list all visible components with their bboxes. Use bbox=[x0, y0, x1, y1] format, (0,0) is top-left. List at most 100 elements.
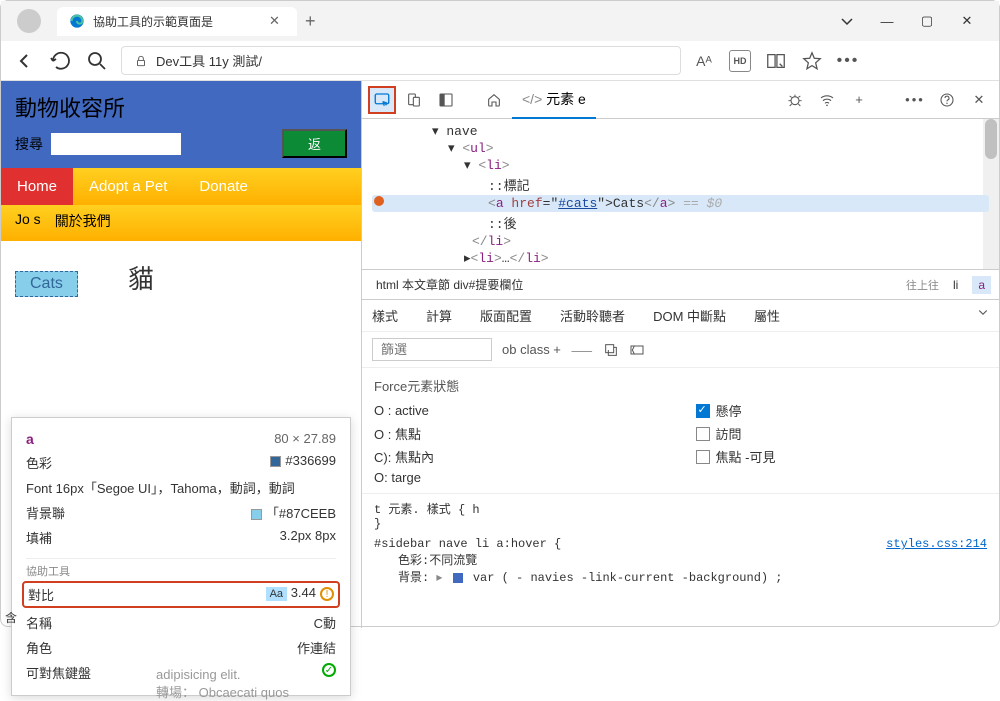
tab-breakpoints[interactable]: DOM 中斷點 bbox=[653, 306, 726, 325]
cls-toggle[interactable]: ob class + bbox=[502, 342, 561, 357]
breadcrumb-path[interactable]: html 本文章節 div#提要欄位 bbox=[370, 274, 529, 295]
nav-donate[interactable]: Donate bbox=[183, 168, 263, 205]
devtools-more-button[interactable]: ••• bbox=[901, 86, 929, 114]
device-toggle-button[interactable] bbox=[400, 86, 428, 114]
maximize-button[interactable]: ▢ bbox=[919, 13, 935, 29]
dom-tree[interactable]: ▾ nave ▾ <ul> ▾ <li> ::標記 <a href="#cats… bbox=[362, 119, 999, 269]
main-nav: Home Adopt a Pet Donate bbox=[1, 168, 361, 205]
styles-rules[interactable]: t 元素. 樣式 { h } styles.css:214 #sidebar n… bbox=[362, 493, 999, 628]
devtools: </> 元素 e + ••• ✕ ▾ nave ▾ <ul> ▾ <li> ::… bbox=[361, 81, 999, 628]
page-content: 動物收容所 搜尋 返 Home Adopt a Pet Donate Jo s … bbox=[1, 81, 361, 628]
chevron-down-icon[interactable] bbox=[839, 13, 855, 29]
overflow-text: adipisicing elit. 轉場： Obcaecati quos bbox=[156, 667, 289, 701]
devtools-close-button[interactable]: ✕ bbox=[965, 86, 993, 114]
devtools-toolbar: </> 元素 e + ••• ✕ bbox=[362, 81, 999, 119]
dom-line[interactable]: ▾ <li> bbox=[372, 157, 989, 174]
read-aloud-button[interactable]: Aᴬ bbox=[693, 50, 715, 72]
search-label: 搜尋 bbox=[15, 134, 43, 154]
tt-a11y-section: 協助工具 bbox=[26, 558, 336, 579]
tab-properties[interactable]: 屬性 bbox=[754, 306, 780, 325]
nav-adopt[interactable]: Adopt a Pet bbox=[73, 168, 183, 205]
lock-icon bbox=[134, 54, 148, 68]
tab-title: 協助工具的示範頁面是 bbox=[93, 13, 261, 30]
help-icon[interactable] bbox=[933, 86, 961, 114]
new-tab-button[interactable]: + bbox=[305, 11, 316, 32]
url-box[interactable]: Dev工具 11y 測試/ bbox=[121, 46, 681, 75]
nav2-about[interactable]: 關於我們 bbox=[55, 211, 111, 231]
force-focus-within[interactable]: C): 焦點內 bbox=[374, 447, 666, 466]
rule-selector[interactable]: t 元素. 樣式 { h bbox=[374, 500, 987, 517]
force-focus[interactable]: O : 焦點 bbox=[374, 424, 666, 443]
dom-line[interactable]: ▾ nave bbox=[372, 123, 989, 140]
refresh-button[interactable] bbox=[49, 49, 73, 73]
minimize-button[interactable]: — bbox=[879, 13, 895, 29]
tab-computed[interactable]: 計算 bbox=[426, 306, 452, 325]
tt-focusable-label: 可對焦鍵盤 bbox=[26, 663, 91, 682]
tab-styles[interactable]: 樣式 bbox=[372, 306, 398, 325]
dom-after[interactable]: ::後 bbox=[372, 212, 989, 233]
nav-home[interactable]: Home bbox=[1, 168, 73, 205]
go-button[interactable]: 返 bbox=[282, 129, 347, 158]
nav2-jos[interactable]: Jo s bbox=[15, 211, 41, 231]
elements-tab[interactable]: </> 元素 e bbox=[512, 81, 596, 119]
favorite-button[interactable] bbox=[801, 50, 823, 72]
tab-listeners[interactable]: 活動聆聽者 bbox=[560, 306, 625, 325]
css-prop-color[interactable]: 色彩:不同流覽 bbox=[374, 551, 987, 568]
dom-line[interactable]: ▸<li>…</li> bbox=[372, 250, 989, 267]
styles-filter-input[interactable] bbox=[372, 338, 492, 361]
search-icon[interactable] bbox=[85, 49, 109, 73]
reader-button[interactable] bbox=[765, 50, 787, 72]
wifi-icon[interactable] bbox=[813, 86, 841, 114]
search-input[interactable] bbox=[51, 133, 181, 155]
profile-avatar[interactable] bbox=[17, 9, 41, 33]
tab-layout[interactable]: 版面配置 bbox=[480, 306, 532, 325]
tt-padding-label: 填補 bbox=[26, 528, 52, 547]
hov-button[interactable] bbox=[603, 342, 619, 358]
welcome-tab[interactable] bbox=[480, 86, 508, 114]
dom-line[interactable]: </li> bbox=[372, 233, 989, 250]
bug-icon[interactable] bbox=[781, 86, 809, 114]
page-title: 動物收容所 bbox=[15, 91, 347, 123]
tab-close-icon[interactable]: ✕ bbox=[269, 13, 285, 29]
tt-padding-val: 3.2px 8px bbox=[280, 528, 336, 547]
checkbox-icon bbox=[696, 427, 710, 441]
back-button[interactable] bbox=[13, 49, 37, 73]
dom-scrollbar[interactable] bbox=[983, 119, 999, 269]
breakpoint-dot[interactable] bbox=[374, 196, 384, 206]
force-target[interactable]: O: targe bbox=[374, 470, 666, 485]
force-focus-visible[interactable]: 焦點 -可見 bbox=[696, 447, 988, 466]
dom-line[interactable]: ▾ <ul> bbox=[372, 140, 989, 157]
css-prop-bg[interactable]: 背景: ▸ var ( - navies -link-current -back… bbox=[374, 568, 987, 585]
tt-font: Font 16px「Segoe UI」，Tahoma，動詞，動詞 bbox=[26, 478, 295, 497]
breadcrumb-nav: 往上往 bbox=[906, 277, 939, 293]
style-source-link[interactable]: styles.css:214 bbox=[886, 537, 987, 551]
force-visited[interactable]: 訪問 bbox=[696, 424, 988, 443]
more-button[interactable]: ••• bbox=[837, 50, 859, 72]
force-state-panel: Force元素狀態 O : active 懸停 O : 焦點 訪問 C): 焦點… bbox=[362, 367, 999, 493]
force-title: Force元素狀態 bbox=[374, 376, 987, 395]
breadcrumb-li[interactable]: li bbox=[947, 276, 964, 294]
tt-contrast-val: 3.44 bbox=[291, 585, 316, 600]
inspect-element-button[interactable] bbox=[368, 86, 396, 114]
hd-button[interactable]: HD bbox=[729, 50, 751, 72]
force-hover[interactable]: 懸停 bbox=[696, 401, 988, 420]
tt-role-label: 角色 bbox=[26, 638, 52, 657]
cats-link[interactable]: Cats bbox=[15, 271, 78, 297]
cls-button[interactable] bbox=[629, 342, 645, 358]
url-text: Dev工具 11y 測試/ bbox=[156, 51, 668, 70]
force-active[interactable]: O : active bbox=[374, 401, 666, 420]
tt-name-label: 名稱 bbox=[26, 613, 52, 632]
dom-before[interactable]: ::標記 bbox=[372, 174, 989, 195]
chevron-down-icon[interactable] bbox=[977, 306, 989, 318]
dock-button[interactable] bbox=[432, 86, 460, 114]
breadcrumb-a[interactable]: a bbox=[972, 276, 991, 294]
add-tab-button[interactable]: + bbox=[845, 86, 873, 114]
contrast-row-highlight: 對比 Aa 3.44! bbox=[22, 581, 340, 608]
dom-selected-line[interactable]: <a href="#cats">Cats</a> == $0 bbox=[372, 195, 989, 212]
dom-breadcrumb[interactable]: html 本文章節 div#提要欄位 往上往 li a bbox=[362, 269, 999, 299]
footer-char: 含 bbox=[5, 609, 17, 626]
close-window-button[interactable]: ✕ bbox=[959, 13, 975, 29]
browser-tab[interactable]: 協助工具的示範頁面是 ✕ bbox=[57, 7, 297, 36]
inspect-tooltip: a 80 × 27.89 色彩 #336699 Font 16px「Segoe … bbox=[11, 417, 351, 696]
tooltip-dims: 80 × 27.89 bbox=[274, 431, 336, 447]
